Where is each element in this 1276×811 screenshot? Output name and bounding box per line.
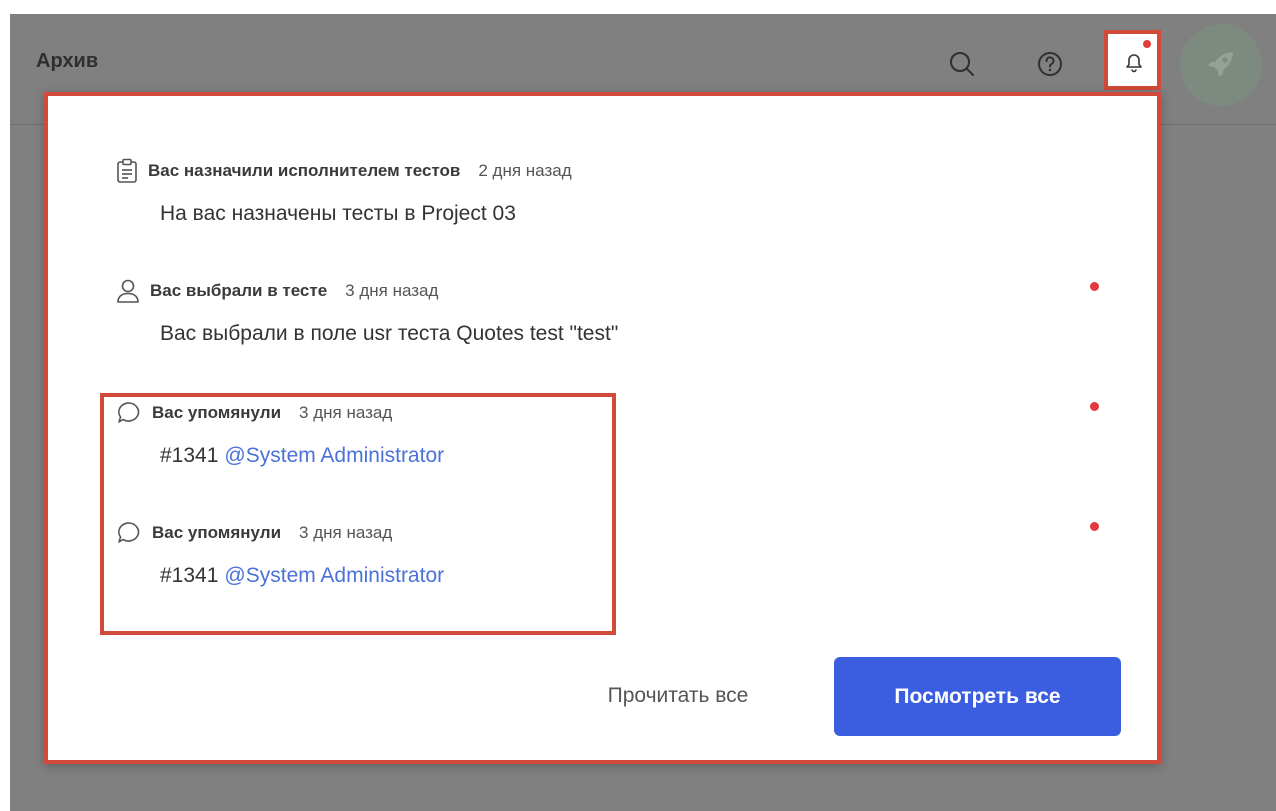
notification-type: Вас выбрали в тесте bbox=[150, 281, 328, 300]
bell-icon bbox=[1122, 50, 1146, 74]
unread-indicator bbox=[1090, 402, 1099, 411]
read-all-button[interactable]: Прочитать все bbox=[568, 666, 788, 726]
view-all-button[interactable]: Посмотреть все bbox=[834, 657, 1121, 736]
notification-time: 2 дня назад bbox=[478, 161, 572, 180]
notification-item[interactable]: Вас выбрали в тесте 3 дня назад Вас выбр… bbox=[116, 276, 1096, 346]
user-icon bbox=[116, 278, 140, 304]
search-icon[interactable] bbox=[948, 50, 976, 78]
rocket-icon bbox=[1208, 52, 1233, 77]
unread-indicator bbox=[1090, 282, 1099, 291]
notification-item[interactable]: Вас назначили исполнителем тестов 2 дня … bbox=[116, 156, 1096, 226]
notifications-popup: Вас назначили исполнителем тестов 2 дня … bbox=[44, 92, 1161, 764]
notification-time: 3 дня назад bbox=[345, 281, 439, 300]
unread-indicator bbox=[1090, 522, 1099, 531]
notification-body: Вас выбрали в поле usr теста Quotes test… bbox=[160, 322, 619, 345]
clipboard-icon bbox=[116, 158, 138, 184]
avatar[interactable] bbox=[1180, 24, 1262, 106]
notification-indicator bbox=[1143, 40, 1151, 48]
help-icon[interactable] bbox=[1036, 50, 1064, 78]
notification-body: На вас назначены тесты в Project 03 bbox=[160, 202, 516, 225]
mentions-highlight bbox=[100, 393, 616, 635]
notification-type: Вас назначили исполнителем тестов bbox=[148, 161, 461, 180]
page-title: Архив bbox=[36, 50, 99, 72]
notifications-button[interactable] bbox=[1104, 30, 1161, 90]
